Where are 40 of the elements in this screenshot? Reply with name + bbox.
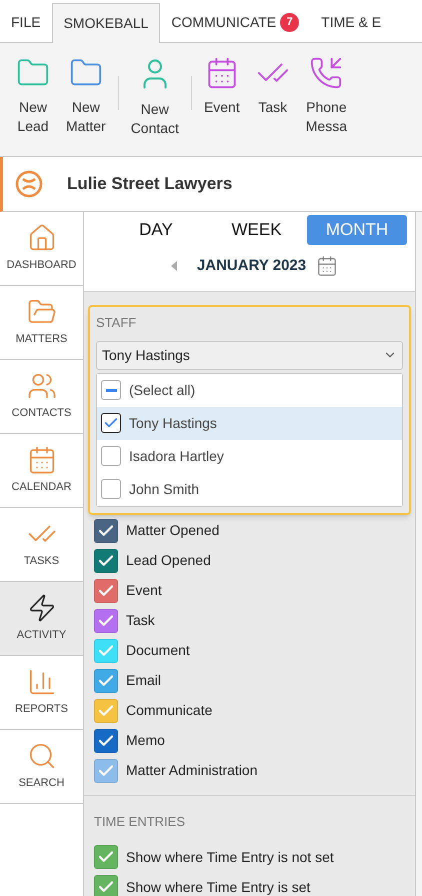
section-heading: STAFF [96, 314, 138, 332]
menu-tab[interactable]: COMMUNICATE 7 [160, 2, 310, 42]
checkbox-label: Document [126, 641, 190, 660]
phone-icon [309, 56, 344, 90]
ribbon-button[interactable]: Task [248, 56, 298, 117]
checkbox-label: Show where Time Entry is set [126, 878, 310, 896]
ribbon-button[interactable]: Phone Messa [298, 56, 355, 136]
calendar-icon[interactable] [316, 255, 338, 278]
menu-tab[interactable]: SMOKEBALL [52, 3, 160, 43]
period-label: JANUARY 2023 [196, 256, 306, 276]
logo-icon [15, 170, 43, 198]
view-tab[interactable]: WEEK [206, 215, 306, 245]
menu-tab[interactable]: FILE [0, 2, 52, 42]
view-tab[interactable]: DAY [106, 215, 206, 245]
checkbox-label: Memo [126, 731, 165, 750]
ribbon-button[interactable]: New Matter [58, 56, 114, 136]
checkbox-label: Matter Administration [126, 761, 258, 780]
checkbox-label: Event [126, 581, 162, 600]
ribbon-button[interactable]: New Contact [122, 56, 187, 138]
staff-dropdown[interactable]: Tony Hastings [96, 340, 403, 370]
checkbox[interactable] [101, 479, 121, 499]
sidebar-item[interactable]: ACTIVITY [0, 582, 83, 656]
staff-option[interactable]: Tony Hastings [97, 406, 402, 440]
checkbox-label: Email [126, 671, 162, 690]
menu-tab[interactable]: TIME & E [310, 2, 392, 42]
previous-icon[interactable] [170, 261, 177, 272]
checkbox-label: Task [126, 611, 155, 630]
minus-icon [106, 388, 116, 392]
checkbox-label: Communicate [126, 701, 212, 720]
count-badge: 7 [280, 12, 300, 32]
checkbox-label: Show where Time Entry is not set [126, 848, 334, 867]
firm-name: Lulie Street Lawyers [67, 173, 232, 196]
ribbon-button[interactable]: Event [196, 56, 248, 117]
checkbox[interactable] [101, 413, 121, 433]
checkbox[interactable] [101, 446, 121, 466]
ribbon-button[interactable]: New Lead [8, 56, 58, 136]
checkbox-label: Lead Opened [126, 551, 211, 570]
checkbox[interactable] [101, 380, 121, 400]
checkbox-label: Matter Opened [126, 521, 220, 540]
section-heading: TIME ENTRIES [93, 812, 186, 830]
